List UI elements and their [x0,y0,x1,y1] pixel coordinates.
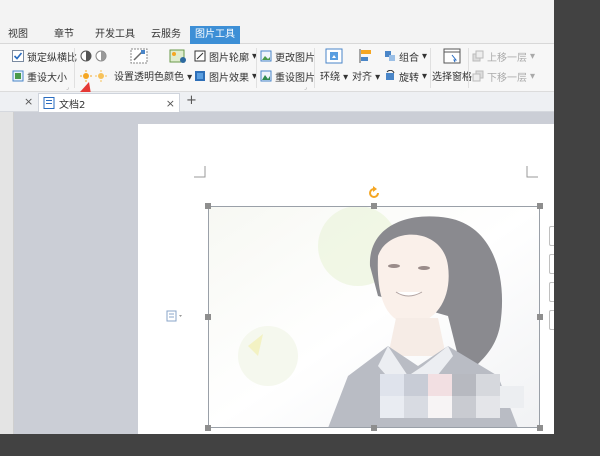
send-backward-icon [472,70,484,82]
margin-mark-icon [194,166,206,178]
change-picture-button[interactable]: 更改图片 [260,48,315,64]
send-backward-button[interactable]: 下移一层 ▾ [472,68,535,84]
document-title: 文档2 [59,99,86,111]
rotate-button[interactable]: 旋转 ▾ [384,68,427,84]
send-backward-label: 下移一层 [487,72,527,84]
resize-handle-nw[interactable] [205,203,211,209]
brightness-increase-icon[interactable] [80,70,92,82]
reset-size-icon [12,70,24,82]
resize-handle-sw[interactable] [205,425,211,431]
resize-handle-se[interactable] [537,425,543,431]
layout-options-icon[interactable] [166,310,186,322]
desktop-background [554,0,600,456]
reset-picture-icon [260,70,272,82]
new-tab-icon[interactable]: + [186,93,197,108]
rotate-icon [384,69,396,82]
contrast-increase-icon[interactable] [80,50,92,62]
divider [468,48,469,88]
reset-picture-label: 重设图片 [275,72,315,84]
group-launcher-icon[interactable]: ⌟ [304,84,307,91]
tab-section[interactable]: 章节 [48,26,80,44]
tab-view[interactable]: 视图 [0,26,36,44]
navigation-panel [0,112,14,434]
margin-mark-icon [526,166,538,178]
close-icon[interactable]: × [24,95,33,108]
wrap-button[interactable]: 环绕 ▾ [320,48,348,83]
reset-picture-button[interactable]: 重设图片 [260,68,315,84]
color-label: 颜色 ▾ [164,72,193,83]
tab-close-icon[interactable]: × [166,97,175,110]
menu-bar: 视图 章节 开发工具 云服务 图片工具 [0,26,554,44]
picture-effect-button[interactable]: 图片效果 ▾ [194,68,257,84]
bring-forward-button[interactable]: 上移一层 ▾ [472,48,535,64]
group-icon [384,50,396,62]
bring-forward-label: 上移一层 [487,52,527,64]
resize-handle-w[interactable] [205,314,211,320]
picture-outline-icon [194,50,206,62]
dropdown-arrow-icon: ▾ [530,50,536,62]
bring-forward-icon [472,50,484,62]
text-wrap-icon [325,48,343,64]
contrast-decrease-icon[interactable] [95,50,107,62]
selection-pane-label: 选择窗格 [432,72,472,83]
picture-effect-label: 图片效果 [209,72,249,84]
wrap-label: 环绕 ▾ [320,72,349,83]
reset-size-button[interactable]: 重设大小 [12,68,67,84]
rotate-handle-icon[interactable] [367,186,381,200]
brightness-decrease-icon[interactable] [95,70,107,82]
desktop-background [0,434,554,456]
resize-handle-ne[interactable] [537,203,543,209]
resize-handle-s[interactable] [371,425,377,431]
selection-pane-icon [443,48,461,64]
title-strip [0,0,554,26]
tab-cloud[interactable]: 云服务 [146,26,186,44]
align-icon [357,48,375,64]
resize-handle-n[interactable] [371,203,377,209]
document-tab-bar: × 文档2 × + [0,92,554,112]
tab-picture-tools[interactable]: 图片工具 [190,26,240,44]
set-transparent-button[interactable]: 设置透明色 [114,48,164,83]
set-transparent-label: 设置透明色 [114,72,164,83]
group-button[interactable]: 组合 ▾ [384,48,427,64]
picture-color-icon [169,48,187,64]
lock-ratio-label: 锁定纵横比 [27,52,77,64]
lock-ratio-checkbox[interactable]: 锁定纵横比 [12,48,77,64]
tab-developer[interactable]: 开发工具 [90,26,140,44]
group-label: 组合 [399,52,419,64]
align-button[interactable]: 对齐 ▾ [352,48,380,83]
picture-outline-button[interactable]: 图片轮廓 ▾ [194,48,257,64]
checkbox-checked-icon [12,50,24,62]
divider [256,48,257,88]
word-doc-icon [43,97,55,109]
divider [430,48,431,88]
rotate-label: 旋转 [399,72,419,84]
transparent-color-icon [130,48,148,64]
align-label: 对齐 ▾ [352,72,381,83]
reset-size-label: 重设大小 [27,72,67,84]
selection-frame [208,206,540,428]
picture-effect-icon [194,70,206,82]
change-picture-label: 更改图片 [275,52,315,64]
document-tab[interactable]: 文档2 × [38,93,180,112]
group-launcher-icon[interactable]: ⌟ [66,84,69,91]
selection-pane-button[interactable]: 选择窗格 [432,48,472,83]
resize-handle-e[interactable] [537,314,543,320]
color-button[interactable]: 颜色 ▾ [164,48,192,83]
dropdown-arrow-icon: ▾ [422,50,428,62]
wps-window: 视图 章节 开发工具 云服务 图片工具 锁定纵横比 重设大小 设置透明色 颜色 … [0,0,554,434]
dropdown-arrow-icon: ▾ [530,70,536,82]
picture-outline-label: 图片轮廓 [209,52,249,64]
change-picture-icon [260,50,272,62]
dropdown-arrow-icon: ▾ [422,70,428,82]
divider [314,48,315,88]
